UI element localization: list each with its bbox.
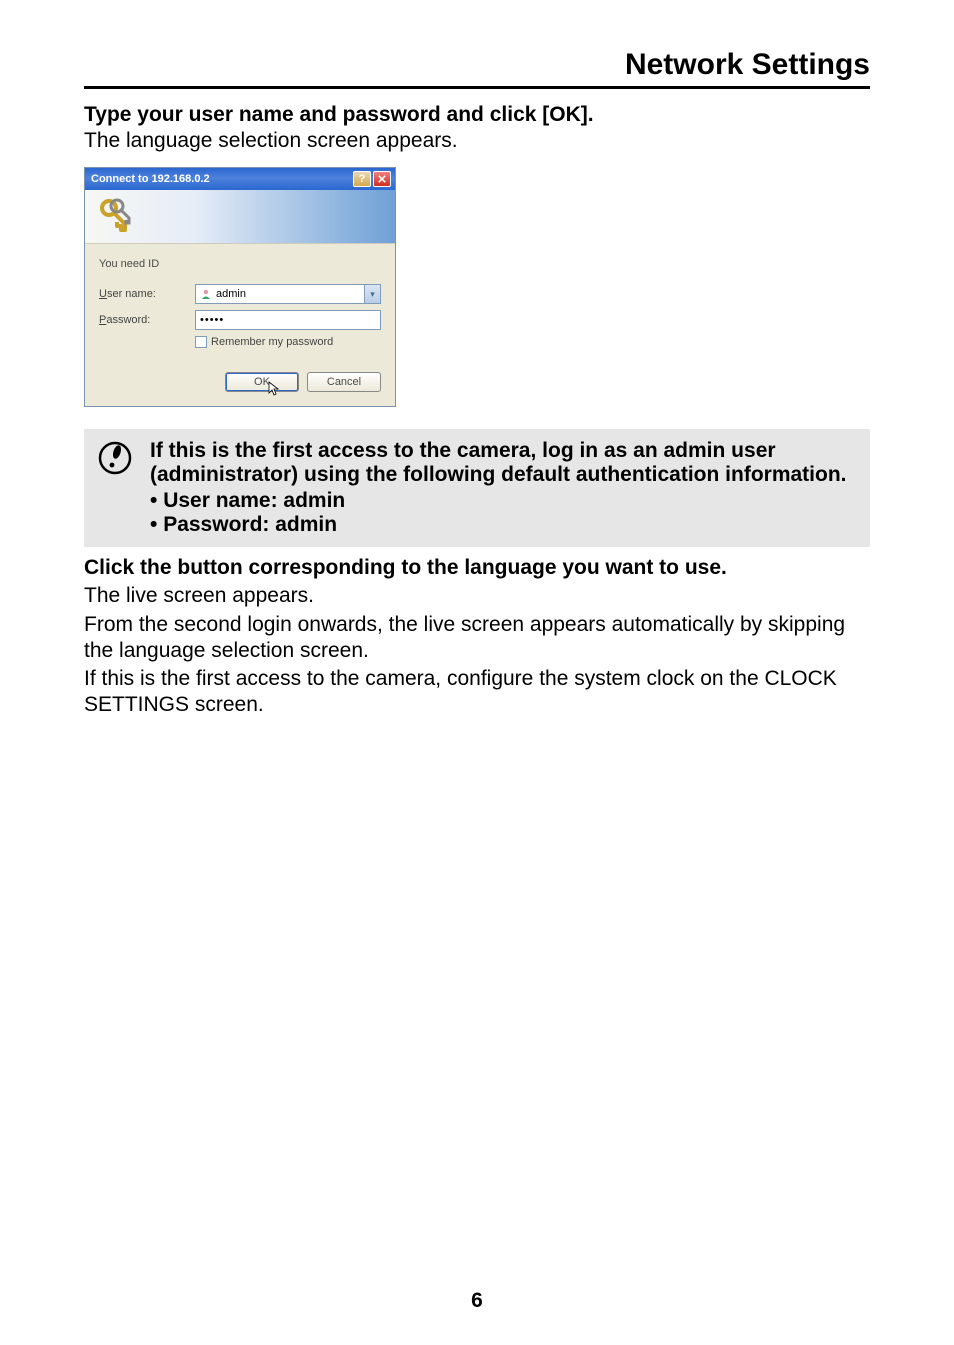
username-label: User name: (99, 288, 195, 300)
page-number: 6 (0, 1289, 954, 1313)
note-box: If this is the first access to the camer… (84, 429, 870, 547)
note-bullet-password: Password: admin (150, 513, 856, 537)
step2-instruction: Click the button corresponding to the la… (84, 555, 870, 581)
page-header-title: Network Settings (625, 48, 870, 81)
cursor-icon (268, 381, 280, 397)
exclamation-icon (98, 441, 132, 475)
note-bullet-username: User name: admin (150, 489, 856, 513)
password-row: Password: ••••• (99, 310, 381, 330)
dialog-prompt: You need ID (99, 258, 381, 270)
password-field[interactable]: ••••• (195, 310, 381, 330)
note-bullets: User name: admin Password: admin (150, 489, 856, 537)
chevron-down-icon[interactable]: ▾ (364, 285, 380, 303)
auth-dialog: Connect to 192.168.0.2 ? You need ID Use… (84, 167, 396, 407)
username-field[interactable]: admin ▾ (195, 284, 381, 304)
cancel-button-label: Cancel (327, 376, 361, 388)
note-line1: If this is the first access to the camer… (150, 439, 847, 486)
remember-label: Remember my password (211, 336, 333, 348)
keys-icon (95, 196, 135, 236)
remember-checkbox[interactable] (195, 336, 207, 348)
step1-instruction: Type your user name and password and cli… (84, 103, 870, 127)
dialog-button-row: OK Cancel (99, 372, 381, 396)
dialog-banner (85, 190, 395, 244)
step2-p1: The live screen appears. (84, 583, 870, 609)
cancel-button[interactable]: Cancel (307, 372, 381, 392)
remember-password-row[interactable]: Remember my password (195, 336, 381, 348)
dialog-titlebar: Connect to 192.168.0.2 ? (85, 168, 395, 190)
step1-description: The language selection screen appears. (84, 129, 870, 153)
user-icon (200, 288, 212, 300)
note-text: If this is the first access to the camer… (150, 439, 856, 537)
step2-p3: If this is the first access to the camer… (84, 666, 870, 719)
help-icon[interactable]: ? (353, 171, 371, 187)
username-value: admin (216, 288, 246, 300)
ok-button[interactable]: OK (225, 372, 299, 392)
username-row: User name: admin ▾ (99, 284, 381, 304)
close-icon[interactable] (373, 171, 391, 187)
password-value: ••••• (200, 314, 224, 326)
step2-p2: From the second login onwards, the live … (84, 612, 870, 665)
password-label: Password: (99, 314, 195, 326)
dialog-body: You need ID User name: admin ▾ Password:… (85, 244, 395, 406)
dialog-title: Connect to 192.168.0.2 (91, 173, 351, 185)
page-header: Network Settings (84, 48, 870, 89)
